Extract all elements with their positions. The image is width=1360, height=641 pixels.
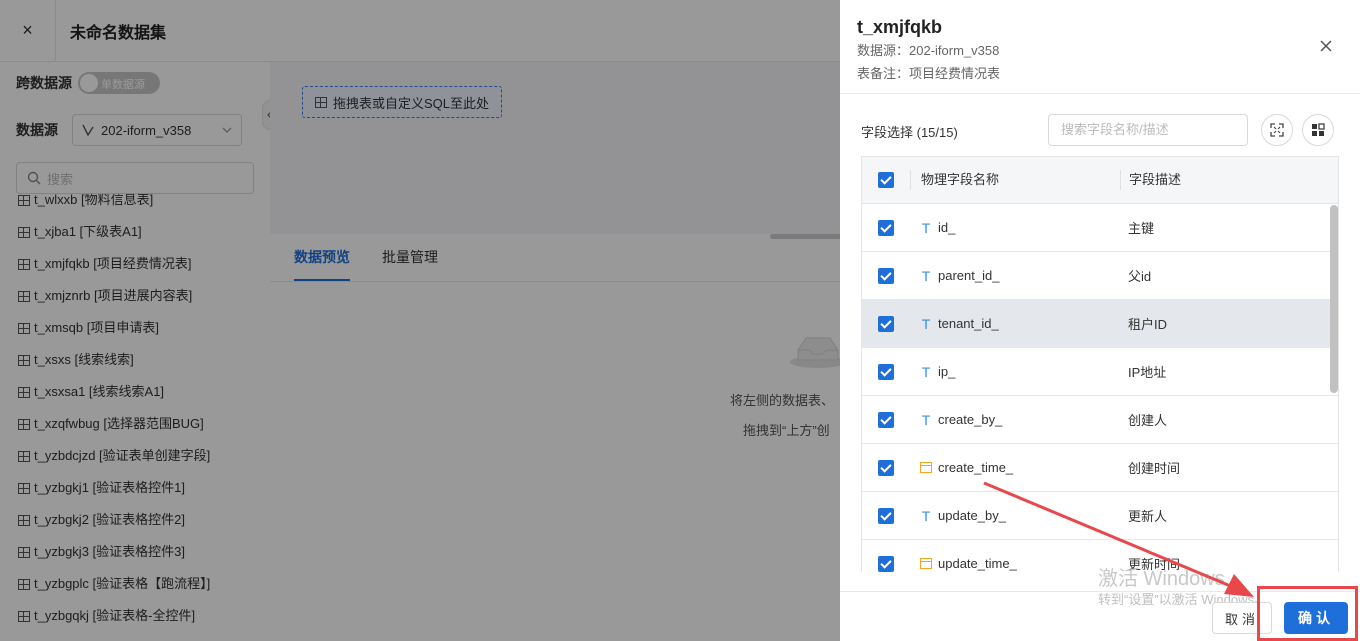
row-checkbox[interactable] — [878, 219, 894, 236]
table-header: 物理字段名称 字段描述 — [862, 157, 1338, 204]
row-checkbox[interactable] — [878, 363, 894, 380]
windows-activation-title: 激活 Windows — [1098, 568, 1225, 590]
grid-layout-icon — [1312, 123, 1325, 136]
field-desc: 主键 — [1128, 221, 1155, 236]
table-row[interactable]: Tcreate_by_ 创建人 — [862, 396, 1338, 444]
close-icon[interactable] — [1320, 36, 1332, 57]
table-row[interactable]: Tparent_id_ 父id — [862, 252, 1338, 300]
field-name: tenant_id_ — [938, 316, 999, 331]
fullscreen-icon — [1270, 123, 1284, 137]
field-name: parent_id_ — [938, 268, 1000, 283]
table-row[interactable]: Tupdate_by_ 更新人 — [862, 492, 1338, 540]
field-name: update_time_ — [938, 556, 1017, 571]
field-name: ip_ — [938, 364, 956, 379]
table-row[interactable]: create_time_ 创建时间 — [862, 444, 1338, 492]
field-name: create_time_ — [938, 460, 1014, 475]
field-desc: 创建时间 — [1128, 461, 1181, 476]
calendar-icon — [920, 462, 932, 473]
row-checkbox[interactable] — [878, 315, 894, 332]
table-row[interactable]: Ttenant_id_ 租户ID — [862, 300, 1338, 348]
table-row[interactable]: Tid_ 主键 — [862, 204, 1338, 252]
highlight-box — [1257, 586, 1358, 641]
text-type-icon: T — [921, 267, 931, 284]
field-name: create_by_ — [938, 412, 1003, 427]
text-type-icon: T — [921, 411, 931, 428]
field-desc: 更新人 — [1128, 509, 1168, 524]
row-checkbox[interactable] — [878, 555, 894, 572]
drawer-remark: 表备注：项目经费情况表 — [857, 66, 1001, 81]
field-desc: 租户ID — [1128, 317, 1168, 332]
field-select-label: 字段选择 (15/15) — [861, 125, 958, 140]
drawer-datasource: 数据源：202-iform_v358 — [857, 43, 1000, 58]
text-type-icon: T — [921, 507, 931, 524]
field-select-drawer: t_xmjfqkb 数据源：202-iform_v358 表备注：项目经费情况表… — [840, 0, 1360, 641]
row-checkbox[interactable] — [878, 459, 894, 476]
vertical-scrollbar[interactable] — [1330, 205, 1338, 393]
table-row[interactable]: Tip_ IP地址 — [862, 348, 1338, 396]
text-type-icon: T — [921, 219, 931, 236]
fullscreen-button[interactable] — [1261, 114, 1293, 146]
row-checkbox[interactable] — [878, 411, 894, 428]
calendar-icon — [920, 558, 932, 569]
column-header-name: 物理字段名称 — [910, 170, 1120, 190]
field-search-input[interactable]: 搜索字段名称/描述 — [1048, 114, 1248, 146]
field-desc: 父id — [1128, 269, 1152, 284]
layout-button[interactable] — [1302, 114, 1334, 146]
field-desc: IP地址 — [1128, 365, 1167, 380]
drawer-header: t_xmjfqkb 数据源：202-iform_v358 表备注：项目经费情况表 — [840, 0, 1360, 94]
text-type-icon: T — [921, 315, 931, 332]
text-type-icon: T — [921, 363, 931, 380]
field-table: 物理字段名称 字段描述 Tid_ 主键 Tparent_id_ 父id Tten… — [861, 156, 1339, 572]
field-name: id_ — [938, 220, 956, 235]
column-header-desc: 字段描述 — [1120, 170, 1338, 190]
drawer-title: t_xmjfqkb — [857, 17, 943, 37]
select-all-checkbox[interactable] — [878, 172, 894, 188]
field-name: update_by_ — [938, 508, 1006, 523]
field-desc: 创建人 — [1128, 413, 1168, 428]
field-select-toolbar: 字段选择 (15/15) 搜索字段名称/描述 — [861, 114, 1341, 146]
row-checkbox[interactable] — [878, 507, 894, 524]
row-checkbox[interactable] — [878, 267, 894, 284]
